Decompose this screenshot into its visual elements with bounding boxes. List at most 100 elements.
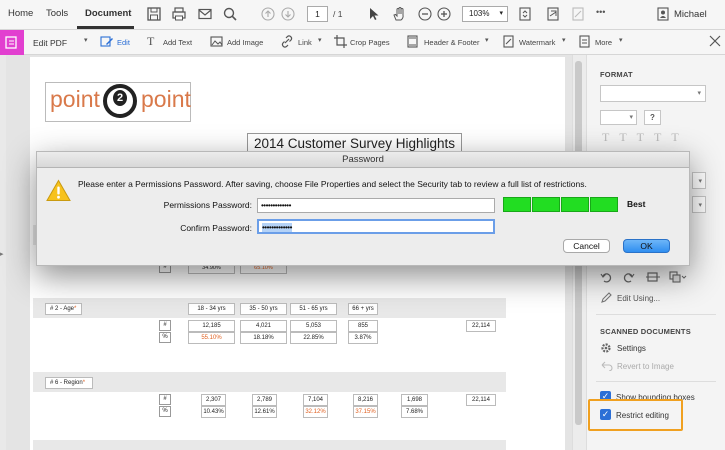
revert-icon [601,361,613,371]
search-icon[interactable] [222,6,238,22]
required-marker: * [82,380,86,386]
chevron-down-icon[interactable]: ▾ [619,36,623,44]
header-footer-button[interactable]: Header & Footer [424,38,479,47]
password-strength-segment [532,197,560,212]
count-cell: 12,185 [188,320,235,332]
age-table-label: # 2 - Age* [45,303,82,315]
column-header: 66 + yrs [348,303,378,315]
help-button[interactable]: ? [644,110,661,125]
pct-symbol: % [159,332,171,343]
more-button[interactable]: More [595,38,612,47]
active-tab-indicator [77,26,134,29]
zoom-level-value: 103% [469,9,490,18]
password-strength-segment [590,197,618,212]
zoom-level-select[interactable]: 103% ▾ [462,6,508,22]
chevron-down-icon: ▾ [697,90,701,97]
hand-tool-icon[interactable] [391,6,407,22]
percent-cell: 32.12% [303,406,328,418]
settings-button[interactable]: Settings [617,344,646,353]
edit-pdf-tool-icon[interactable] [0,30,24,55]
warning-icon [46,179,71,202]
add-text-icon: T [147,34,155,48]
percent-cell: 37.15% [353,406,378,418]
email-icon[interactable] [197,6,213,22]
count-cell: 855 [348,320,378,332]
pct-symbol: % [159,406,171,417]
save-icon[interactable] [146,6,162,22]
close-icon[interactable] [709,35,721,47]
fit-page-icon[interactable] [517,6,533,22]
page-number-input[interactable]: 1 [307,6,328,22]
chevron-down-icon: ▾ [499,10,503,17]
password-strength-segment [503,197,531,212]
count-cell: 8,216 [353,394,378,406]
confirm-password-input[interactable]: ••••••••••••• [257,219,495,234]
dialog-title: Password [37,152,689,168]
divider [596,314,716,315]
revert-to-image-button[interactable]: Revert to Image [617,362,674,371]
required-marker: * [74,306,77,312]
crop-pages-button[interactable]: Crop Pages [350,38,390,47]
redo-icon[interactable] [623,271,635,283]
cancel-button[interactable]: Cancel [563,239,610,253]
link-icon [280,35,293,48]
chevron-down-icon[interactable]: ▾ [485,36,489,44]
scanned-documents-heading: SCANNED DOCUMENTS [600,327,691,336]
total-cell: 22,114 [466,394,496,406]
previous-page-icon[interactable] [260,6,276,22]
text-style-icons: TTTTT [602,130,689,144]
font-family-select[interactable]: ▾ [600,85,706,102]
select-cursor-icon[interactable] [366,6,382,22]
chevron-down-icon[interactable]: ▾ [84,36,88,44]
password-strength-segment [561,197,589,212]
column-header: 18 - 34 yrs [188,303,235,315]
chevron-down-icon: ▾ [698,178,702,185]
ok-button[interactable]: OK [623,239,670,253]
zoom-in-icon[interactable] [436,6,452,22]
nav-tools[interactable]: Tools [46,8,68,19]
add-text-button[interactable]: Add Text [163,38,192,47]
confirm-password-label: Confirm Password: [180,223,252,233]
permissions-password-input[interactable]: ••••••••••••• [257,198,495,213]
edit-button[interactable]: Edit [117,38,130,47]
crop-image-icon[interactable] [646,271,660,283]
more-tools-icon[interactable]: ••• [596,7,605,17]
undo-icon[interactable] [600,271,612,283]
count-cell: 2,789 [252,394,277,406]
edit-using-button[interactable]: Edit Using... [617,294,660,303]
chevron-down-icon[interactable]: ▾ [562,36,566,44]
edit-icon[interactable] [100,35,113,48]
percent-cell: 12.61% [252,406,277,418]
add-image-button[interactable]: Add Image [227,38,263,47]
user-icon [655,6,671,22]
crop-icon [334,35,347,48]
percent-cell: 55.10% [188,332,235,344]
add-image-icon [210,35,223,48]
count-symbol: # [159,394,171,405]
nav-home[interactable]: Home [8,8,33,19]
logo-word-left: point [50,86,100,112]
full-screen-icon[interactable] [570,6,586,22]
link-button[interactable]: Link [298,38,312,47]
count-cell: 5,053 [290,320,337,332]
font-size-select[interactable]: ▾ [600,110,637,125]
restrict-editing-highlight [588,399,683,431]
password-strength-label: Best [627,199,646,209]
next-page-icon[interactable] [280,6,296,22]
user-name[interactable]: Michael [674,9,707,20]
watermark-button[interactable]: Watermark [519,38,555,47]
count-cell: 2,307 [201,394,226,406]
watermark-icon [502,35,515,48]
gear-icon [600,342,612,354]
list-style-select[interactable]: ▾ [692,172,706,189]
divider [596,381,716,382]
rotate-view-icon[interactable] [545,6,561,22]
print-icon[interactable] [171,6,187,22]
arrange-icon[interactable] [669,271,687,283]
line-spacing-select[interactable]: ▾ [692,196,706,213]
left-panel-toggle-icon[interactable]: ▸ [0,250,4,258]
zoom-out-icon[interactable] [417,6,433,22]
more-icon [578,35,591,48]
nav-document[interactable]: Document [85,8,131,19]
chevron-down-icon[interactable]: ▾ [318,36,322,44]
